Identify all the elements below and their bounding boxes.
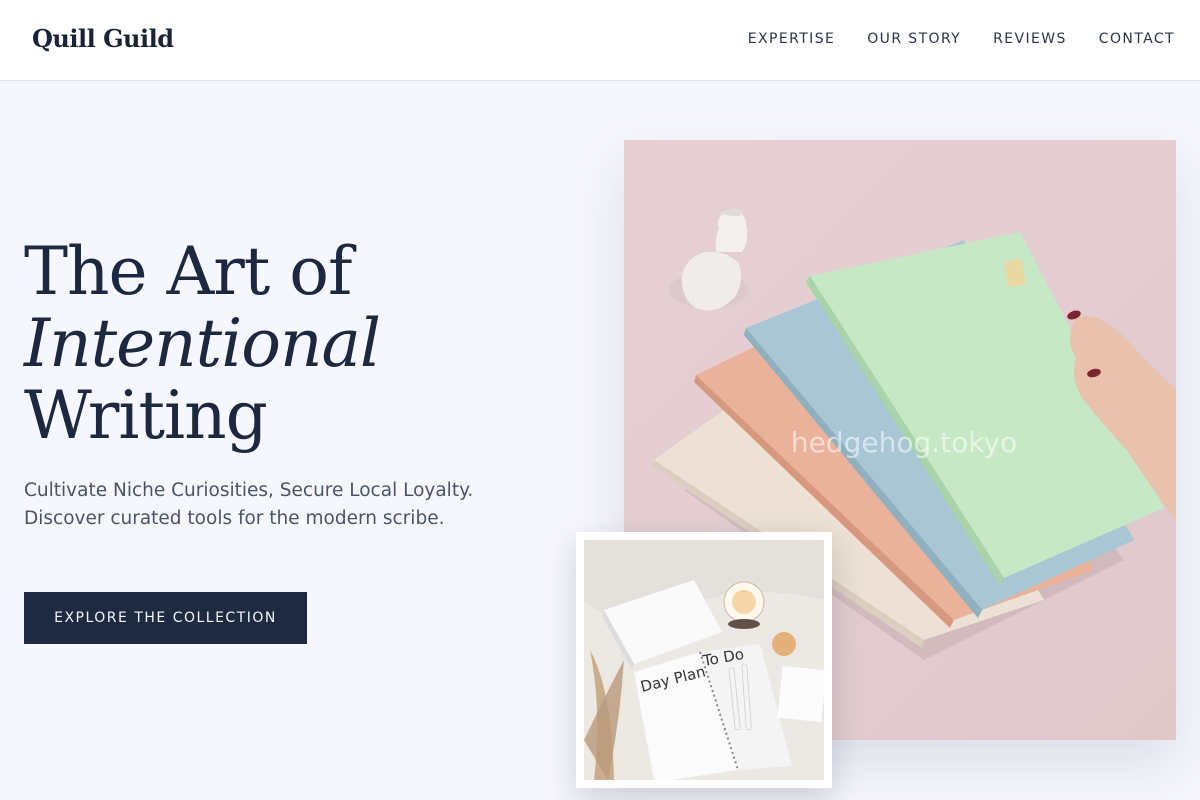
site-header: Quill Guild EXPERTISE OUR STORY REVIEWS … [0,0,1200,81]
bust-statue [669,208,749,311]
explore-collection-button[interactable]: EXPLORE THE COLLECTION [24,592,307,644]
site-logo[interactable]: Quill Guild [32,24,174,53]
main-nav: EXPERTISE OUR STORY REVIEWS CONTACT [748,31,1175,47]
planner-photo: Day Plan To Do [584,540,824,780]
nav-link-reviews[interactable]: REVIEWS [993,31,1067,47]
hero-title-line-1: The Art of [24,233,352,310]
nav-link-our-story[interactable]: OUR STORY [867,31,961,47]
hero-title-line-3: Writing [24,377,268,454]
hero-title-line-2: Intentional [24,305,381,382]
planner-illustration: Day Plan To Do [584,540,824,780]
planner-photo-frame: Day Plan To Do [576,532,832,788]
hero-title: The Art of Intentional Writing [24,233,381,454]
nav-link-contact[interactable]: CONTACT [1099,31,1175,47]
nav-link-expertise[interactable]: EXPERTISE [748,31,835,47]
hero-subtitle: Cultivate Niche Curiosities, Secure Loca… [24,480,474,529]
photo-watermark: hedgehog.tokyo [791,426,1017,459]
